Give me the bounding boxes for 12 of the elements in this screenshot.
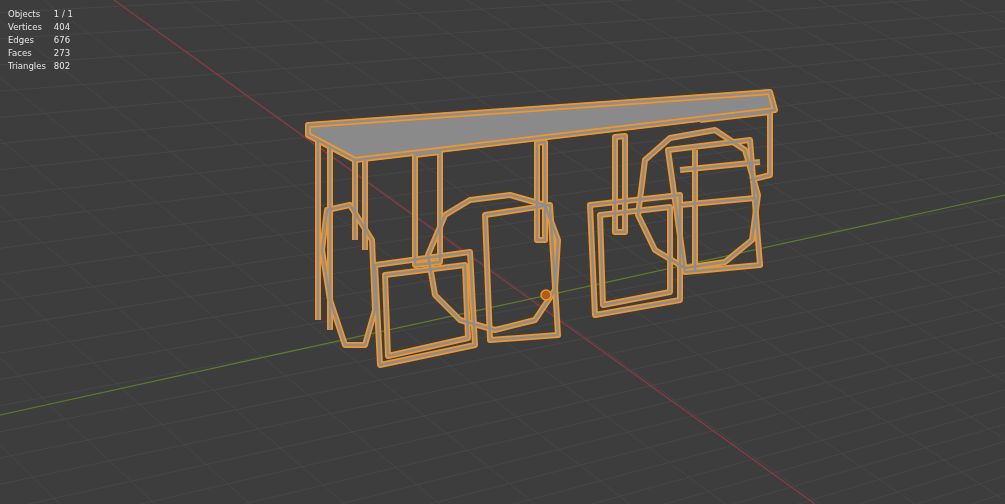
stat-value: 404 <box>53 21 72 33</box>
stat-value: 1 / 1 <box>53 8 73 20</box>
3d-viewport[interactable]: Objects 1 / 1 Vertices 404 Edges 676 Faces 273 Triangles 802 <box>0 0 1005 504</box>
stat-label: Edges <box>8 34 35 46</box>
stat-label: Triangles <box>8 60 46 72</box>
stat-label: Faces <box>8 47 33 59</box>
stat-value: 676 <box>53 34 72 46</box>
stat-value: 273 <box>53 47 72 59</box>
stat-label: Objects <box>8 8 42 20</box>
stat-value: 802 <box>53 60 72 72</box>
origin-icon <box>540 289 552 301</box>
stat-label: Vertices <box>8 21 43 33</box>
